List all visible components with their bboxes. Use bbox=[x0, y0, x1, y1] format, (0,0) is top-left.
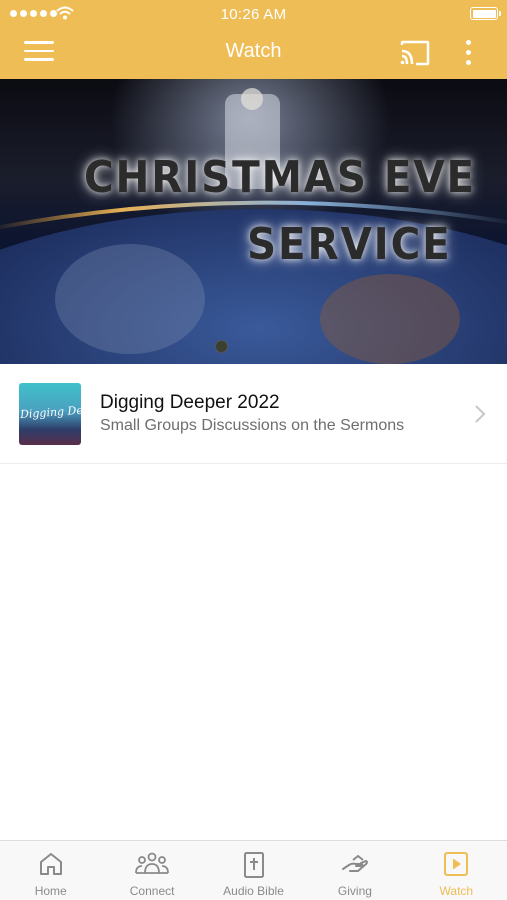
home-icon bbox=[39, 853, 62, 875]
tab-giving-label: Giving bbox=[337, 884, 372, 898]
tab-connect-label: Connect bbox=[129, 884, 175, 898]
tab-connect[interactable]: Connect bbox=[101, 841, 202, 900]
tab-home[interactable]: Home bbox=[0, 841, 101, 900]
tab-audio-bible-label: Audio Bible bbox=[223, 884, 284, 898]
tab-home-label: Home bbox=[34, 884, 67, 898]
hero-page-indicator bbox=[215, 340, 228, 353]
list-item[interactable]: Digging Deeper Digging Deeper 2022 Small… bbox=[0, 364, 507, 464]
chevron-right-icon bbox=[475, 405, 486, 423]
cast-icon[interactable] bbox=[399, 39, 431, 67]
hero-title-line1: CHRISTMAS EVE bbox=[84, 152, 477, 203]
status-time: 10:26 AM bbox=[220, 6, 287, 23]
tab-watch-label: Watch bbox=[439, 884, 474, 898]
play-square-icon bbox=[444, 852, 469, 876]
thumbnail-text: Digging Deeper bbox=[19, 401, 81, 422]
tab-bar: Home Connect Audio Bible Giving Watch bbox=[0, 840, 507, 900]
hero-title-line2: SERVICE bbox=[247, 219, 452, 270]
status-bar: 10:26 AM bbox=[0, 0, 507, 28]
hero-banner[interactable]: CHRISTMAS EVE SERVICE bbox=[0, 79, 507, 364]
item-subtitle: Small Groups Discussions on the Sermons bbox=[100, 417, 405, 434]
item-thumbnail: Digging Deeper bbox=[19, 383, 81, 445]
app-header: 10:26 AM Watch bbox=[0, 0, 507, 79]
item-title: Digging Deeper 2022 bbox=[100, 392, 280, 413]
nav-bar: Watch bbox=[0, 28, 507, 79]
people-icon bbox=[135, 852, 170, 874]
tab-giving[interactable]: Giving bbox=[304, 841, 405, 900]
giving-hand-icon bbox=[341, 854, 368, 872]
more-vertical-icon[interactable] bbox=[460, 38, 476, 68]
tab-audio-bible[interactable]: Audio Bible bbox=[203, 841, 304, 900]
battery-icon bbox=[470, 7, 501, 20]
bible-icon bbox=[243, 852, 264, 878]
tab-watch[interactable]: Watch bbox=[406, 841, 507, 900]
